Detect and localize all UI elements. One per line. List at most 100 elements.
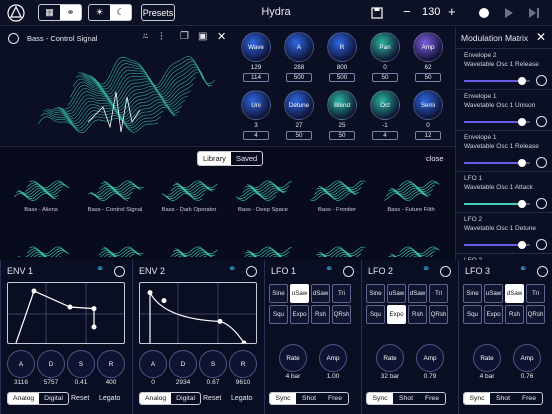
osc-power-icon[interactable]: [8, 33, 19, 44]
slider-thumb[interactable]: [518, 241, 527, 249]
env2-graph[interactable]: [139, 282, 257, 344]
sync-shot-button[interactable]: Shot: [393, 393, 419, 404]
env2-knob-r[interactable]: R: [229, 350, 257, 378]
mod-power-icon[interactable]: [536, 198, 547, 209]
copy-icon[interactable]: ❐: [180, 31, 189, 42]
reset-button[interactable]: Reset: [203, 395, 221, 402]
slider-thumb[interactable]: [518, 118, 527, 126]
knob-range-box[interactable]: 500: [329, 73, 355, 82]
mod-power-icon[interactable]: [536, 116, 547, 127]
knob-9[interactable]: Semi: [413, 90, 443, 120]
sync-sync-button[interactable]: Sync: [464, 393, 490, 404]
preset-item[interactable]: Bass - Dark Operator: [156, 169, 222, 213]
env2-knob-a[interactable]: A: [139, 350, 167, 378]
preset-item[interactable]: Bass - Frontier: [304, 169, 370, 213]
shape-qrsh-button[interactable]: QRsh: [526, 305, 545, 324]
mod-amount-slider[interactable]: [464, 200, 530, 208]
legato-button[interactable]: Legato: [231, 395, 252, 402]
env1-power-icon[interactable]: [114, 266, 125, 277]
shape-expo-button[interactable]: Expo: [290, 305, 309, 324]
lfo-amp-knob[interactable]: Amp: [513, 344, 541, 372]
lfo-rate-knob[interactable]: Rate: [473, 344, 501, 372]
link-icon[interactable]: ⚭: [519, 264, 527, 275]
lfo-rate-knob[interactable]: Rate: [376, 344, 404, 372]
shape-usaw-button[interactable]: uSaw: [290, 284, 309, 303]
mod-matrix-item[interactable]: LFO 1 Wavetable Osc 1 Attack: [456, 172, 552, 213]
shape-tri-button[interactable]: Tri: [429, 284, 448, 303]
preset-item-row2[interactable]: [378, 235, 444, 257]
shape-dsaw-button[interactable]: dSaw: [311, 284, 330, 303]
preset-item-row2[interactable]: [304, 235, 370, 257]
decrement-button[interactable]: −: [403, 4, 411, 19]
knob-2[interactable]: R: [327, 32, 357, 62]
preset-item[interactable]: Bass - Control Signal: [82, 169, 148, 213]
knob-6[interactable]: Detune: [284, 90, 314, 120]
close-mod-matrix-button[interactable]: ✕: [536, 30, 546, 44]
link-icon[interactable]: ⚭: [96, 264, 104, 275]
increment-button[interactable]: +: [448, 4, 456, 19]
shape-squ-button[interactable]: Squ: [463, 305, 482, 324]
sync-free-button[interactable]: Free: [419, 393, 445, 404]
mod-power-icon[interactable]: [536, 157, 547, 168]
env2-power-icon[interactable]: [246, 266, 257, 277]
analog-button[interactable]: Analog: [8, 393, 40, 404]
knob-4[interactable]: Amp: [413, 32, 443, 62]
preset-item-row2[interactable]: [156, 235, 222, 257]
link-icon[interactable]: ⚭: [228, 264, 236, 275]
knob-range-box[interactable]: 500: [286, 73, 312, 82]
analog-button[interactable]: Analog: [140, 393, 172, 404]
knob-range-box[interactable]: 50: [415, 73, 441, 82]
knob-range-box[interactable]: 50: [286, 131, 312, 140]
tab-library[interactable]: Library: [198, 152, 231, 165]
shape-qrsh-button[interactable]: QRsh: [429, 305, 448, 324]
env1-knob-r[interactable]: R: [97, 350, 125, 378]
digital-button[interactable]: Digital: [171, 393, 200, 404]
knob-0[interactable]: Wave: [241, 32, 271, 62]
env1-knob-d[interactable]: D: [37, 350, 65, 378]
play-icon[interactable]: [504, 7, 514, 19]
knob-range-box[interactable]: 50: [329, 131, 355, 140]
shape-squ-button[interactable]: Squ: [366, 305, 385, 324]
lfo-amp-knob[interactable]: Amp: [319, 344, 347, 372]
knob-8[interactable]: Oct: [370, 90, 400, 120]
preset-item-row2[interactable]: [82, 235, 148, 257]
waveform-edit-icon[interactable]: ⍨: [142, 31, 149, 44]
close-wavetable-button[interactable]: ✕: [217, 30, 226, 43]
digital-button[interactable]: Digital: [39, 393, 68, 404]
shape-expo-button[interactable]: Expo: [387, 305, 406, 324]
mod-matrix-item[interactable]: Envelope 1 Wavetable Osc 1 Release: [456, 131, 552, 172]
preset-item-row2[interactable]: [230, 235, 296, 257]
record-button[interactable]: [479, 8, 489, 18]
shape-rsh-button[interactable]: Rsh: [408, 305, 427, 324]
lfo-power-icon[interactable]: [440, 266, 451, 277]
preset-item[interactable]: Bass - Deep Space: [230, 169, 296, 213]
shape-tri-button[interactable]: Tri: [332, 284, 351, 303]
knob-range-box[interactable]: 114: [243, 73, 269, 82]
shape-rsh-button[interactable]: Rsh: [505, 305, 524, 324]
knob-range-box[interactable]: 4: [372, 131, 398, 140]
mod-power-icon[interactable]: [536, 75, 547, 86]
floppy-icon[interactable]: ▣: [198, 31, 207, 42]
forward-icon[interactable]: [528, 7, 540, 19]
link-icon[interactable]: ⚭: [325, 264, 333, 275]
sync-sync-button[interactable]: Sync: [270, 393, 296, 404]
lfo-rate-knob[interactable]: Rate: [279, 344, 307, 372]
shape-tri-button[interactable]: Tri: [526, 284, 545, 303]
preset-item[interactable]: Bass - Future Filth: [378, 169, 444, 213]
shape-sine-button[interactable]: Sine: [366, 284, 385, 303]
slider-thumb[interactable]: [518, 159, 527, 167]
reset-button[interactable]: Reset: [71, 395, 89, 402]
slider-thumb[interactable]: [518, 200, 527, 208]
lfo-amp-knob[interactable]: Amp: [416, 344, 444, 372]
close-library-button[interactable]: close: [426, 154, 444, 163]
save-icon[interactable]: [371, 7, 383, 19]
shape-qrsh-button[interactable]: QRsh: [332, 305, 351, 324]
mod-matrix-item[interactable]: LFO 2 Wavetable Osc 1 Detune: [456, 213, 552, 254]
knob-range-box[interactable]: 50: [372, 73, 398, 82]
shape-rsh-button[interactable]: Rsh: [311, 305, 330, 324]
slider-thumb[interactable]: [518, 77, 527, 85]
knob-5[interactable]: Uni: [241, 90, 271, 120]
mod-matrix-item[interactable]: Envelope 2 Wavetable Osc 1 Release: [456, 49, 552, 90]
knob-range-box[interactable]: 4: [243, 131, 269, 140]
shape-expo-button[interactable]: Expo: [484, 305, 503, 324]
